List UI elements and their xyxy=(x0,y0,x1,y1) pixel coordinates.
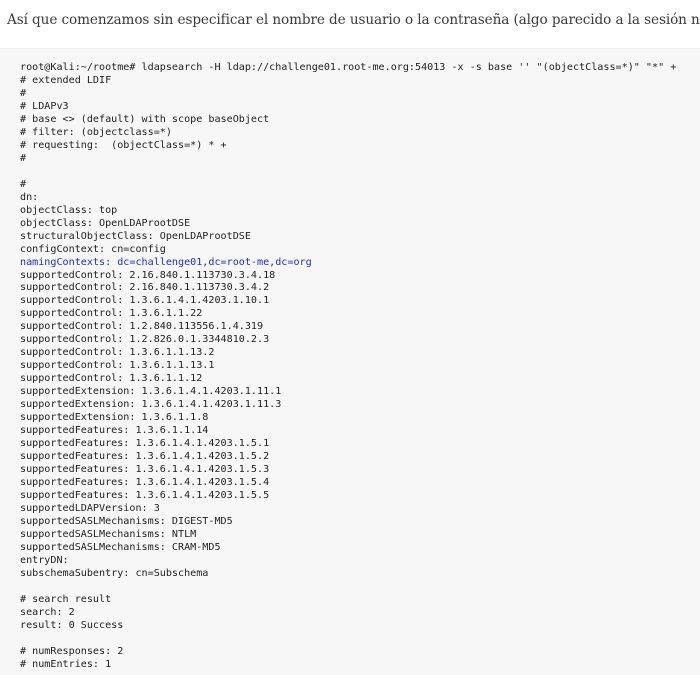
terminal-line: supportedControl: 1.3.6.1.1.13.1 xyxy=(20,360,215,372)
terminal-line: # xyxy=(20,178,27,190)
terminal-line: structuralObjectClass: OpenLDAProotDSE xyxy=(20,230,251,242)
terminal-line: supportedControl: 2.16.840.1.113730.3.4.… xyxy=(20,269,276,281)
terminal-line: supportedSASLMechanisms: NTLM xyxy=(20,528,197,540)
terminal-line: supportedControl: 1.3.6.1.1.13.2 xyxy=(20,347,215,359)
terminal-line: # LDAPv3 xyxy=(20,100,69,112)
terminal-line: supportedExtension: 1.3.6.1.1.8 xyxy=(20,412,209,424)
terminal-line: # extended LDIF xyxy=(20,74,112,86)
terminal-line: supportedExtension: 1.3.6.1.4.1.4203.1.1… xyxy=(20,386,282,398)
terminal-line: supportedFeatures: 1.3.6.1.1.14 xyxy=(20,425,209,437)
terminal-line: supportedSASLMechanisms: DIGEST-MD5 xyxy=(20,515,233,527)
terminal-line: objectClass: top xyxy=(20,204,118,216)
terminal-line: supportedFeatures: 1.3.6.1.4.1.4203.1.5.… xyxy=(20,489,270,501)
terminal-line: # base <> (default) with scope baseObjec… xyxy=(20,113,270,125)
terminal-line: # xyxy=(20,87,27,99)
terminal-line: supportedControl: 1.2.840.113556.1.4.319 xyxy=(20,321,264,333)
terminal-line: # numEntries: 1 xyxy=(20,658,112,670)
page: Así que comenzamos sin especificar el no… xyxy=(0,0,700,675)
terminal-line: # xyxy=(20,152,27,164)
terminal-line: # filter: (objectclass=*) xyxy=(20,126,172,138)
terminal-line: supportedLDAPVersion: 3 xyxy=(20,502,160,514)
terminal-line: result: 0 Success xyxy=(20,619,124,631)
terminal-line: objectClass: OpenLDAProotDSE xyxy=(20,217,191,229)
terminal-line: subschemaSubentry: cn=Subschema xyxy=(20,567,209,579)
naming-contexts-line: namingContexts: dc=challenge01,dc=root-m… xyxy=(20,256,312,268)
terminal-output-block: root@Kali:~/rootme# ldapsearch -H ldap:/… xyxy=(0,48,700,675)
terminal-line: supportedFeatures: 1.3.6.1.4.1.4203.1.5.… xyxy=(20,438,270,450)
terminal-line: supportedFeatures: 1.3.6.1.4.1.4203.1.5.… xyxy=(20,451,270,463)
terminal-line: # numResponses: 2 xyxy=(20,645,124,657)
terminal-line: supportedControl: 1.3.6.1.1.12 xyxy=(20,373,203,385)
terminal-line: supportedControl: 1.3.6.1.4.1.4203.1.10.… xyxy=(20,295,270,307)
terminal-line: configContext: cn=config xyxy=(20,243,166,255)
terminal-output-lines: root@Kali:~/rootme# ldapsearch -H ldap:/… xyxy=(20,62,676,672)
terminal-line: root@Kali:~/rootme# ldapsearch -H ldap:/… xyxy=(20,62,677,73)
terminal-line: supportedExtension: 1.3.6.1.4.1.4203.1.1… xyxy=(20,399,282,411)
intro-paragraph: Así que comenzamos sin especificar el no… xyxy=(7,12,700,28)
terminal-line: supportedFeatures: 1.3.6.1.4.1.4203.1.5.… xyxy=(20,477,270,488)
terminal-line: supportedFeatures: 1.3.6.1.4.1.4203.1.5.… xyxy=(20,464,270,476)
terminal-line: supportedControl: 1.2.826.0.1.3344810.2.… xyxy=(20,334,270,346)
terminal-line: # requesting: (objectClass=*) * + xyxy=(20,139,227,151)
terminal-line: dn: xyxy=(20,191,39,203)
terminal-line: supportedControl: 2.16.840.1.113730.3.4.… xyxy=(20,282,270,294)
terminal-line: supportedSASLMechanisms: CRAM-MD5 xyxy=(20,541,221,553)
terminal-line: supportedControl: 1.3.6.1.1.22 xyxy=(20,308,203,320)
terminal-line: search: 2 xyxy=(20,606,75,618)
terminal-line: entryDN: xyxy=(20,554,69,566)
terminal-line: # search result xyxy=(20,593,112,605)
